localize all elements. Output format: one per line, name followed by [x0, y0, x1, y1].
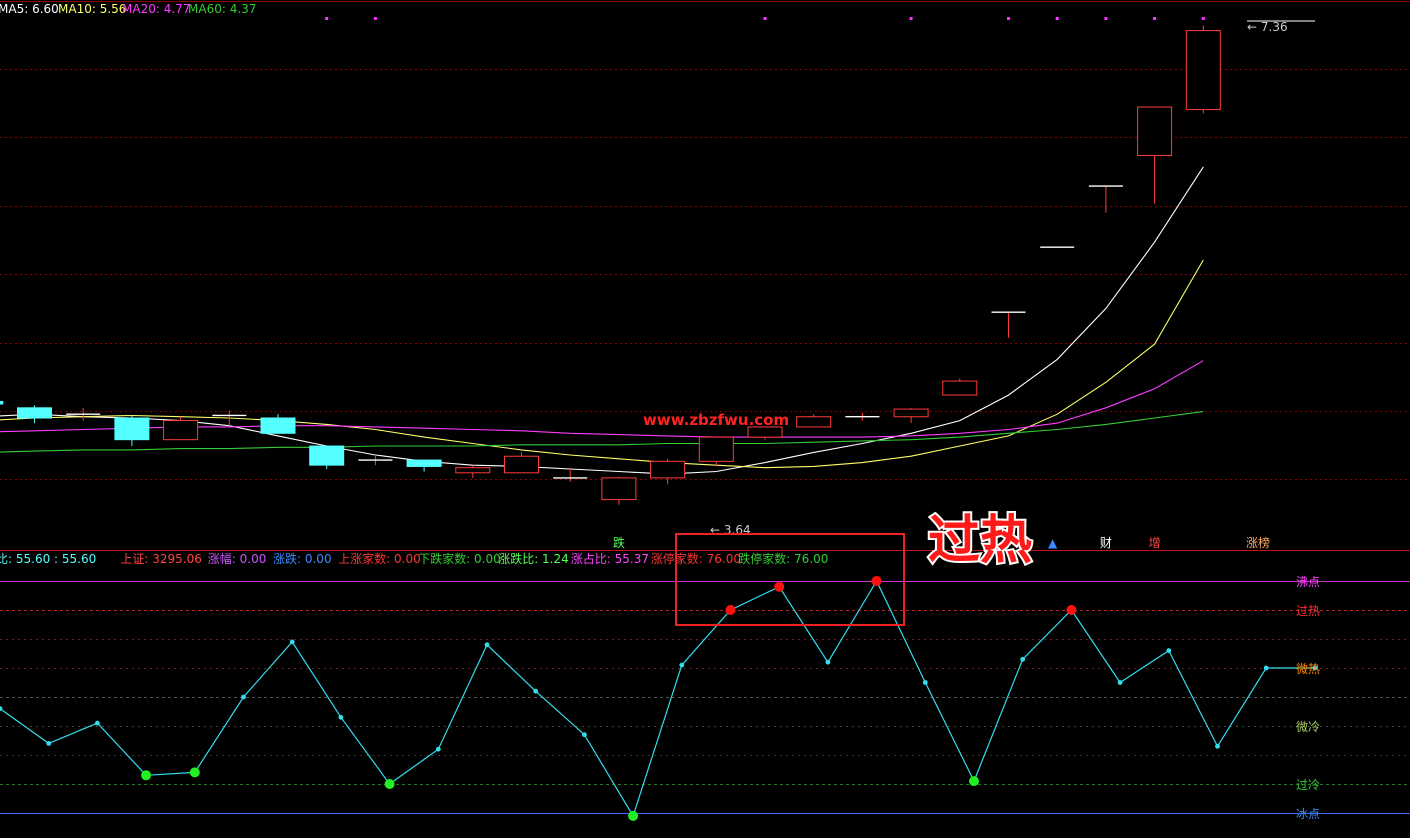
signal-dot — [1201, 17, 1205, 20]
overheat-callout: 过热 — [928, 511, 1032, 571]
overheat-dot — [774, 581, 785, 592]
data-point — [1263, 665, 1269, 671]
data-point — [46, 741, 52, 746]
indicator-legend-item: 涨跌比: 1.24 — [498, 551, 569, 566]
candle-body — [1185, 30, 1221, 111]
ma-legend: MA5: 6.60 MA10: 5.56 MA20: 4.77 MA60: 4.… — [0, 2, 256, 16]
data-point — [1215, 743, 1220, 749]
candle-body — [0, 400, 4, 405]
candle-body — [260, 417, 296, 434]
indicator-legend-item: 涨占比: 55.37 — [571, 551, 649, 566]
candle-body — [698, 436, 734, 462]
indicator-legend-item: 下跌家数: 0.00 — [418, 551, 501, 566]
signal-label: 增 — [1149, 536, 1161, 550]
overheat-dot — [871, 576, 882, 586]
legend-label: MA60: — [188, 2, 226, 16]
data-point — [533, 688, 539, 694]
data-point — [825, 659, 831, 665]
legend-label: MA20: — [122, 2, 160, 16]
candle-body — [796, 416, 832, 428]
level-label: 微热 — [1296, 662, 1320, 676]
data-point — [679, 662, 685, 668]
candle-body — [406, 459, 442, 467]
data-point — [95, 720, 100, 726]
overcool-dot — [628, 810, 639, 821]
candle-body — [114, 417, 150, 441]
overheat-dot — [725, 605, 736, 615]
signal-dot — [763, 17, 767, 20]
candle-body — [601, 477, 637, 501]
data-point — [241, 694, 246, 700]
signal-dot — [1055, 17, 1059, 20]
ma20-legend: MA20: 4.77 — [122, 2, 190, 16]
signal-dot — [373, 17, 377, 20]
candle — [309, 445, 345, 469]
level-label: 沸点 — [1296, 575, 1320, 589]
candle-body — [504, 455, 539, 474]
legend-label: MA10: — [58, 2, 96, 16]
ma60-legend: MA60: 4.37 — [188, 2, 256, 16]
ma10-legend: MA10: 5.56 — [58, 2, 126, 16]
signal-dot — [1153, 17, 1157, 20]
stock-chart[interactable]: MA5: 6.60 MA10: 5.56 MA20: 4.77 MA60: 4.… — [0, 0, 1410, 838]
indicator-legend-item: 上证: 3295.06 — [120, 552, 201, 566]
level-label: 过热 — [1296, 604, 1320, 618]
data-point — [484, 642, 490, 648]
data-point — [1166, 648, 1172, 653]
legend-value: 6.60 — [28, 2, 59, 16]
overcool-dot — [384, 779, 395, 789]
indicator-legend-item: 涨跌: 0.00 — [273, 551, 332, 566]
level-label: 微冷 — [1296, 720, 1320, 734]
up-arrow-icon: ▲ — [1048, 536, 1058, 550]
level-label: 冰点 — [1296, 807, 1320, 821]
signal-dot — [1104, 17, 1108, 20]
indicator-legend-item: 上涨家数: 0.00 — [338, 551, 421, 566]
indicator-legend-item: 涨停家数: 76.00 — [651, 551, 741, 566]
overcool-dot — [189, 767, 200, 778]
candle-body — [163, 420, 199, 441]
candle — [942, 378, 978, 396]
candle-body — [17, 407, 52, 419]
signal-label: 跌 — [613, 535, 625, 550]
high-price-label: ← 7.36 — [1247, 20, 1288, 34]
legend-value: 4.37 — [226, 2, 257, 16]
signal-dot — [909, 17, 913, 20]
candle — [1185, 25, 1221, 114]
legend-label: MA5: — [0, 2, 28, 16]
indicator-legend-item: 跌停家数: 76.00 — [738, 551, 828, 566]
overheat-dot — [1066, 605, 1077, 615]
data-point — [582, 732, 587, 738]
overcool-dot — [141, 770, 152, 781]
candle-body — [309, 445, 345, 466]
ma5-legend: MA5: 6.60 — [0, 2, 59, 16]
data-point — [435, 746, 441, 752]
data-point — [338, 714, 344, 720]
signal-label: 财 — [1100, 536, 1112, 550]
signal-dot — [1007, 17, 1010, 20]
candle-body — [455, 467, 491, 474]
candle-body — [1137, 106, 1173, 156]
data-point — [1020, 656, 1026, 662]
legend-value: 4.77 — [160, 2, 191, 16]
watermark: www.zbzfwu.com — [643, 411, 789, 429]
signal-dot — [325, 17, 329, 20]
candle — [163, 416, 199, 441]
signal-label: 涨榜 — [1246, 535, 1270, 550]
level-label: 过冷 — [1296, 778, 1320, 792]
candle-body — [942, 380, 978, 396]
overcool-dot — [969, 776, 979, 787]
candle-body — [650, 460, 686, 479]
data-point — [289, 639, 295, 645]
data-point — [1117, 680, 1123, 685]
indicator-legend: 比: 55.60 : 55.60 上证: 3295.06 涨幅: 0.00 涨跌: 0… — [0, 551, 828, 566]
indicator-legend-item: 比: 55.60 : 55.60 — [0, 552, 96, 566]
indicator-legend-item: 涨幅: 0.00 — [208, 551, 267, 566]
candle-body — [893, 408, 929, 418]
data-point — [922, 680, 928, 685]
